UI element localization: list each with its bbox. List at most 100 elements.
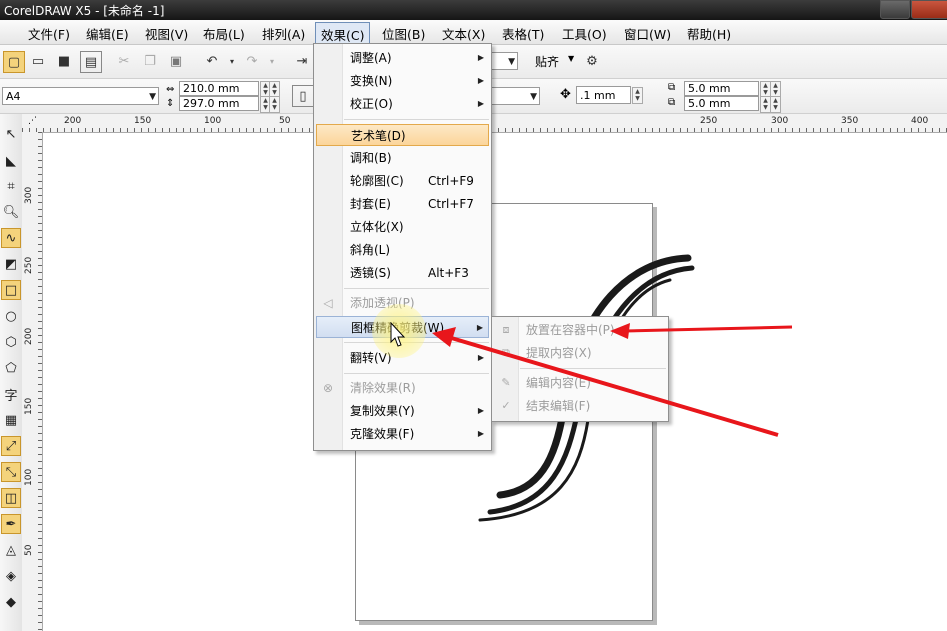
menu-text[interactable]: 文本(X) [438,24,489,43]
clear-effect-icon: ⊗ [322,381,334,395]
pick-tool-icon[interactable]: ↖ [1,124,21,144]
open-icon[interactable]: ▭ [28,51,48,71]
duplicate-y-field[interactable]: 5.0 mm [684,96,759,111]
smart-fill-icon[interactable]: ◩ [1,254,21,274]
rectangle-tool-icon[interactable]: □ [1,280,21,300]
menu-item-correction[interactable]: 校正(O) ▶ [316,93,489,115]
height-stepper-2[interactable]: ▲ ▼ [269,96,280,113]
options-icon[interactable]: ⚙ [582,51,602,71]
undo-dropdown-icon[interactable]: ▾ [222,51,242,71]
eyedropper-tool-icon[interactable]: ✒ [1,514,21,534]
mouse-cursor-icon [390,322,406,347]
redo-icon[interactable]: ↷ [242,51,262,71]
menu-item-artistic-media[interactable]: 艺术笔(D) [316,124,489,146]
menu-item-bevel[interactable]: 斜角(L) [316,239,489,261]
menu-table[interactable]: 表格(T) [498,24,548,43]
fill-tool-icon[interactable]: ◈ [1,566,21,586]
save-icon[interactable]: ■ [54,51,74,71]
menu-item-envelope[interactable]: 封套(E) Ctrl+F7 [316,193,489,215]
ruler-label: 300 [24,186,34,204]
portrait-icon[interactable]: ▯ [292,85,314,107]
page-size-select[interactable]: A4 ▼ [2,87,159,105]
nudge-field[interactable]: .1 mm [576,86,631,104]
arrow-head-icon [610,323,630,339]
dup-y-stepper-2[interactable]: ▲ ▼ [770,96,781,113]
menu-window[interactable]: 窗口(W) [620,24,675,43]
ruler-label: 150 [24,397,34,415]
print-icon[interactable]: ▤ [80,51,102,73]
menu-tools[interactable]: 工具(O) [558,24,611,43]
width-icon: ⇔ [166,84,175,95]
minimize-button[interactable] [880,0,910,19]
copy-icon[interactable]: ❐ [140,51,160,71]
menu-item-adjust[interactable]: 调整(A) ▶ [316,47,489,69]
interactive-fill-icon[interactable]: ◆ [1,592,21,612]
snap-to-label[interactable]: 贴齐 [535,53,559,70]
perspective-icon: ◁ [323,296,333,310]
submenu-arrow-icon: ▶ [477,76,484,85]
duplicate-x-icon: ⧉ [668,82,676,93]
ruler-label: 250 [700,116,718,126]
ruler-label: 250 [24,256,34,274]
menu-item-extrude[interactable]: 立体化(X) [316,216,489,238]
duplicate-y-icon: ⧉ [668,97,676,108]
ruler-label: 150 [134,116,152,126]
blend-tool-icon[interactable]: ◫ [1,488,21,508]
units-select[interactable]: ▼ [490,87,540,105]
ruler-label: 200 [24,327,34,345]
duplicate-x-field[interactable]: 5.0 mm [684,81,759,96]
menu-item-lens[interactable]: 透镜(S) Alt+F3 [316,262,489,284]
menu-separator [344,119,489,120]
menu-help[interactable]: 帮助(H) [683,24,735,43]
nudge-stepper[interactable]: ▲ ▼ [632,87,643,104]
menu-item-contour[interactable]: 轮廓图(C) Ctrl+F9 [316,170,489,192]
table-tool-icon[interactable]: ▦ [1,410,21,430]
menu-bar: 文件(F) 编辑(E) 视图(V) 布局(L) 排列(A) 效果(C) 位图(B… [0,20,947,47]
ruler-label: 50 [24,544,34,556]
submenu-arrow-icon: ▶ [477,53,484,62]
zoom-combo[interactable]: ▼ [488,52,518,70]
ellipse-tool-icon[interactable]: ○ [1,306,21,326]
ruler-label: 50 [279,116,291,126]
menu-edit[interactable]: 编辑(E) [82,24,133,43]
outline-tool-icon[interactable]: ◬ [1,540,21,560]
basic-shapes-icon[interactable]: ⬠ [1,358,21,378]
text-tool-icon[interactable]: 字 [1,384,21,404]
nudge-icon: ✥ [560,87,571,102]
menu-arrange[interactable]: 排列(A) [258,24,309,43]
shape-tool-icon[interactable]: ◣ [1,151,21,171]
menu-view[interactable]: 视图(V) [141,24,192,43]
paste-icon[interactable]: ▣ [166,51,186,71]
ruler-label: 100 [204,116,222,126]
zoom-tool-icon[interactable]: 🔍︎ [1,202,21,222]
page-height-field[interactable]: 297.0 mm [179,96,259,111]
window-title: CorelDRAW X5 - [未命名 -1] [4,4,165,18]
menu-file[interactable]: 文件(F) [24,24,74,43]
new-document-icon[interactable]: ▢ [3,51,25,73]
menu-item-blend[interactable]: 调和(B) [316,147,489,169]
ruler-origin-icon[interactable]: ⋰ [28,116,37,126]
cut-icon[interactable]: ✂ [114,51,134,71]
menu-item-transform[interactable]: 变换(N) ▶ [316,70,489,92]
close-button[interactable] [911,0,947,19]
menu-bitmaps[interactable]: 位图(B) [378,24,429,43]
ruler-label: 350 [841,116,859,126]
ruler-label: 300 [771,116,789,126]
crop-tool-icon[interactable]: ⌗ [1,176,21,196]
polygon-tool-icon[interactable]: ⬡ [1,332,21,352]
submenu-arrow-icon: ▶ [477,99,484,108]
menu-layout[interactable]: 布局(L) [199,24,249,43]
vertical-ruler[interactable]: 300 250 200 150 100 50 [22,132,43,631]
height-icon: ⇕ [166,98,175,109]
freehand-tool-icon[interactable]: ∿ [1,228,21,248]
import-icon[interactable]: ⇥ [292,51,312,71]
page-width-field[interactable]: 210.0 mm [179,81,259,96]
dimension-tool-icon[interactable]: ⤢ [1,436,21,456]
annotation-arrows [432,323,793,437]
ruler-label: 200 [64,116,82,126]
connector-tool-icon[interactable]: ⤡ [1,462,21,482]
undo-icon[interactable]: ↶ [202,51,222,71]
ruler-label: 100 [24,468,34,486]
redo-dropdown-icon[interactable]: ▾ [262,51,282,71]
snap-dropdown-icon[interactable]: ▼ [568,54,574,63]
